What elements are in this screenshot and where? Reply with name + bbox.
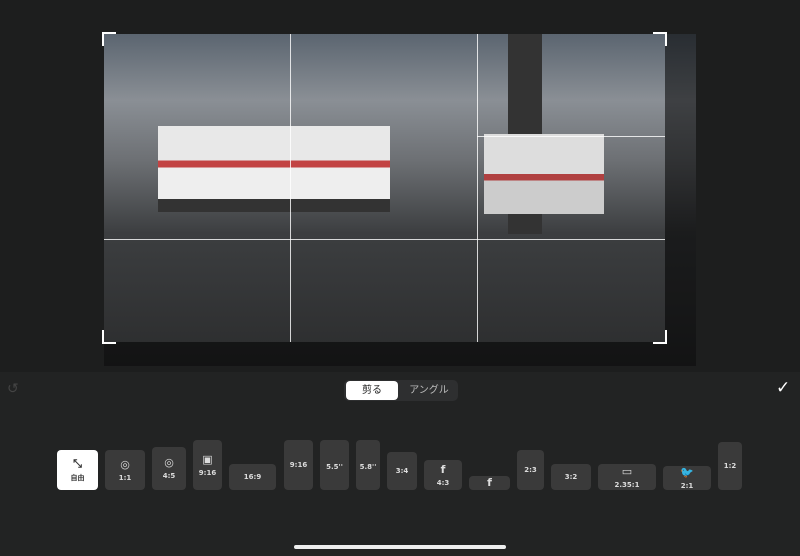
- home-indicator: [294, 545, 506, 549]
- grid-line: [104, 239, 665, 240]
- ratio-label: 3:2: [564, 473, 578, 481]
- ratio-button[interactable]: ⤡ 自由: [57, 450, 98, 490]
- tab-crop[interactable]: 剪る: [346, 381, 398, 400]
- dim-overlay: [104, 342, 665, 366]
- free-crop-icon: ⤡: [73, 456, 82, 470]
- grid-line: [290, 34, 291, 342]
- facebook-icon: f: [440, 462, 446, 476]
- checkmark-icon[interactable]: ✓: [776, 378, 790, 398]
- crop-frame[interactable]: [102, 32, 667, 344]
- ratio-button[interactable]: f: [469, 476, 510, 490]
- dim-overlay: [665, 34, 696, 366]
- crop-handle-bottom-right[interactable]: [653, 330, 667, 344]
- ratio-label: 2:1: [680, 481, 694, 490]
- ratio-label: 2.35:1: [614, 480, 640, 489]
- undo-icon[interactable]: ↺: [7, 381, 19, 397]
- film-icon: ▭: [621, 464, 633, 478]
- ratio-button[interactable]: 2:3: [517, 450, 544, 490]
- ratio-label: 4:3: [436, 478, 450, 487]
- tab-angle[interactable]: アングル: [400, 381, 458, 400]
- facebook-icon: f: [487, 476, 492, 489]
- mode-tabs: 剪る アングル: [344, 380, 458, 401]
- ratio-button[interactable]: f 4:3: [424, 460, 462, 490]
- ratio-label: 2:3: [524, 466, 537, 474]
- reels-icon: ▣: [202, 452, 213, 466]
- ratio-label: 1:1: [118, 473, 132, 482]
- ratio-button[interactable]: 3:2: [551, 464, 591, 490]
- ratio-label: 16:9: [243, 473, 262, 481]
- ratio-button[interactable]: 9:16: [284, 440, 313, 490]
- ratio-button[interactable]: 16:9: [229, 464, 276, 490]
- ratio-button[interactable]: 5.8'': [356, 440, 380, 490]
- ratio-button[interactable]: 🐦 2:1: [663, 466, 711, 490]
- instagram-icon: ◎: [120, 457, 130, 471]
- crop-handle-top-left[interactable]: [102, 32, 116, 46]
- ratio-label: 9:16: [198, 468, 217, 477]
- ratio-button[interactable]: ▭ 2.35:1: [598, 464, 656, 490]
- ratio-button[interactable]: ▣ 9:16: [193, 440, 222, 490]
- ratio-label: 4:5: [162, 472, 176, 480]
- ratio-button[interactable]: ◎ 4:5: [152, 447, 186, 490]
- ratio-button[interactable]: 5.5'': [320, 440, 349, 490]
- ratio-button[interactable]: 3:4: [387, 452, 417, 490]
- twitter-icon: 🐦: [680, 465, 694, 479]
- crop-handle-bottom-left[interactable]: [102, 330, 116, 344]
- grid-line: [477, 136, 665, 137]
- crop-canvas: [0, 0, 800, 372]
- ratio-button[interactable]: ◎ 1:1: [105, 450, 145, 490]
- ratio-label: 9:16: [289, 461, 308, 469]
- ratio-label: 5.8'': [359, 462, 377, 471]
- grid-line: [477, 34, 478, 342]
- ratio-label: 自由: [70, 473, 85, 482]
- instagram-icon: ◎: [164, 456, 174, 469]
- ratio-label: 3:4: [395, 467, 409, 475]
- crop-handle-top-right[interactable]: [653, 32, 667, 46]
- ratio-button[interactable]: 1:2: [718, 442, 742, 490]
- ratio-label: 5.5'': [326, 462, 343, 471]
- ratio-label: 1:2: [723, 462, 737, 470]
